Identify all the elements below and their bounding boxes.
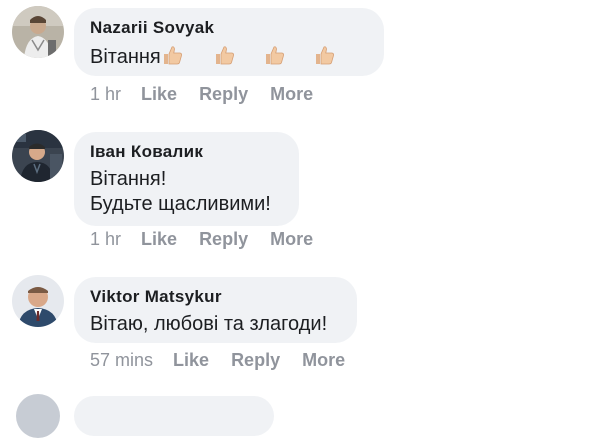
comment-timestamp[interactable]: 57 mins bbox=[90, 350, 153, 370]
comment-text: Вітання! Будьте щасливими! bbox=[90, 167, 283, 217]
thumbs-up-icon bbox=[213, 43, 237, 67]
comment-bubble bbox=[74, 396, 274, 436]
comment-item: Іван Ковалик Вітання! Будьте щасливими! … bbox=[0, 120, 600, 260]
avatar[interactable] bbox=[16, 394, 60, 438]
reply-button[interactable]: Reply bbox=[231, 350, 280, 370]
comment-timestamp[interactable]: 1 hr bbox=[90, 84, 121, 104]
comment-actions: 1 hr Like Reply More bbox=[90, 228, 335, 250]
like-button[interactable]: Like bbox=[141, 84, 177, 104]
thumbs-up-icon bbox=[161, 43, 185, 67]
reply-button[interactable]: Reply bbox=[199, 84, 248, 104]
comment-item: Viktor Matsykur Вітаю, любові та злагоди… bbox=[0, 265, 600, 375]
more-button[interactable]: More bbox=[270, 84, 313, 104]
avatar[interactable] bbox=[12, 275, 64, 327]
comment-bubble: Viktor Matsykur Вітаю, любові та злагоди… bbox=[74, 277, 357, 343]
comment-author[interactable]: Viktor Matsykur bbox=[90, 286, 341, 308]
comment-bubble: Іван Ковалик Вітання! Будьте щасливими! bbox=[74, 132, 299, 226]
reply-button[interactable]: Reply bbox=[199, 229, 248, 249]
thumbs-up-icon bbox=[313, 43, 337, 67]
comment-bubble: Nazarii Sovyak Вітання bbox=[74, 8, 384, 76]
comment-text-line: Вітання! bbox=[90, 168, 167, 190]
thumbs-up-icon bbox=[263, 43, 287, 67]
more-button[interactable]: More bbox=[270, 229, 313, 249]
avatar[interactable] bbox=[12, 6, 64, 58]
comment-text-line: Вітаю, любові та злагоди! bbox=[90, 313, 328, 335]
comment-timestamp[interactable]: 1 hr bbox=[90, 229, 121, 249]
comment-text: Вітаю, любові та злагоди! bbox=[90, 312, 341, 337]
like-button[interactable]: Like bbox=[141, 229, 177, 249]
comment-item: Nazarii Sovyak Вітання 1 hr Like Reply More bbox=[0, 0, 600, 110]
avatar[interactable] bbox=[12, 130, 64, 182]
comment-text-line: Вітання bbox=[90, 46, 161, 68]
comment-text-line: Будьте щасливими! bbox=[90, 193, 271, 215]
more-button[interactable]: More bbox=[302, 350, 345, 370]
comment-text: Вітання bbox=[90, 43, 368, 70]
comment-author[interactable]: Nazarii Sovyak bbox=[90, 17, 368, 39]
comment-actions: 1 hr Like Reply More bbox=[90, 83, 335, 105]
comment-author[interactable]: Іван Ковалик bbox=[90, 141, 283, 163]
like-button[interactable]: Like bbox=[173, 350, 209, 370]
comment-actions: 57 mins Like Reply More bbox=[90, 349, 367, 371]
